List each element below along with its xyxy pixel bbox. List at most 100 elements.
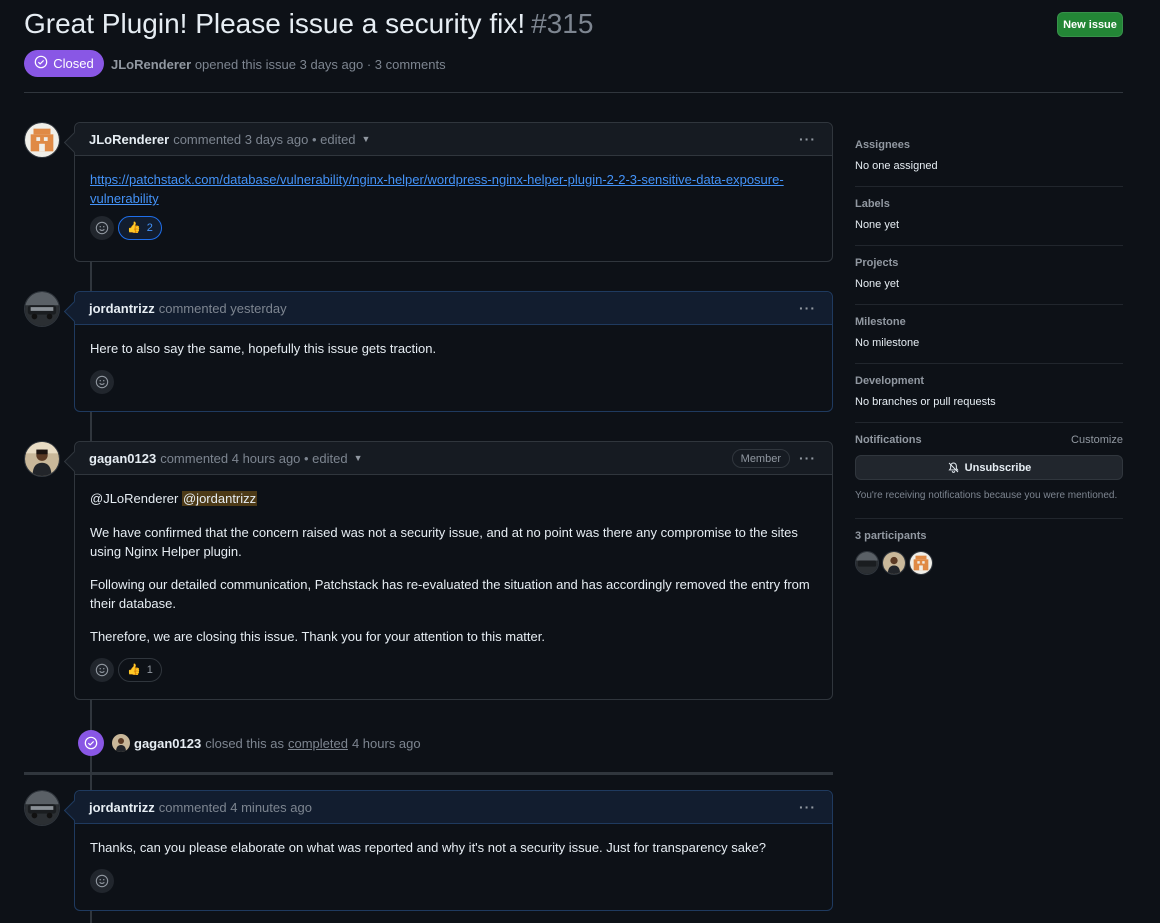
customize-link[interactable]: Customize <box>1071 434 1123 446</box>
comment-body: Thanks, can you please elaborate on what… <box>75 824 832 903</box>
sidebar-assignees[interactable]: Assignees No one assigned <box>855 128 1123 187</box>
reactions-bar <box>90 869 817 893</box>
event-actor[interactable]: gagan0123 <box>134 736 201 751</box>
participant-avatar-jlorenderer[interactable] <box>909 551 933 575</box>
issue-author-link[interactable]: JLoRenderer <box>111 57 191 72</box>
labels-value: None yet <box>855 219 900 231</box>
add-reaction-button[interactable] <box>90 370 114 394</box>
issue-state-badge: Closed <box>24 50 104 77</box>
comment-body: @JLoRenderer @jordantrizz We have confir… <box>75 475 832 692</box>
comment-body: Here to also say the same, hopefully thi… <box>75 325 832 404</box>
participant-avatars <box>855 551 1123 575</box>
comment-meta: commented yesterday <box>158 300 287 316</box>
notification-reason: You're receiving notifications because y… <box>855 490 1118 501</box>
reaction-count: 1 <box>146 663 153 676</box>
projects-heading[interactable]: Projects <box>855 257 1123 269</box>
link-line-2: vulnerability <box>90 191 159 206</box>
smiley-icon <box>95 874 109 888</box>
participant-avatar-gagan0123[interactable] <box>882 551 906 575</box>
thumbs-up-icon: 👍 <box>127 221 141 234</box>
smiley-icon <box>95 663 109 677</box>
milestone-heading[interactable]: Milestone <box>855 316 1123 328</box>
comment-meta: commented 4 minutes ago <box>158 799 312 815</box>
add-reaction-button[interactable] <box>90 869 114 893</box>
member-badge: Member <box>731 449 790 468</box>
closed-event: gagan0123 closed this as completed 4 hou… <box>78 730 421 756</box>
timeline-close-divider <box>24 772 833 775</box>
closed-check-icon <box>34 55 48 72</box>
reaction-count: 2 <box>146 221 153 234</box>
thumbs-up-reaction[interactable]: 👍 2 <box>118 216 162 240</box>
comment-1: JLoRenderer commented 3 days ago • edite… <box>74 122 833 262</box>
issue-sidebar: Assignees No one assigned Labels None ye… <box>855 128 1123 589</box>
kebab-menu-icon[interactable]: ··· <box>799 300 816 316</box>
sidebar-notifications: Notifications Customize Unsubscribe You'… <box>855 423 1123 519</box>
comment-text: Thanks, can you please elaborate on what… <box>90 840 766 855</box>
development-heading[interactable]: Development <box>855 375 1123 387</box>
event-time: 4 hours ago <box>351 735 421 751</box>
comment-paragraph-1: We have confirmed that the concern raise… <box>90 525 798 559</box>
unsubscribe-label: Unsubscribe <box>964 461 1032 474</box>
thumbs-up-reaction[interactable]: 👍 1 <box>118 658 162 682</box>
labels-heading[interactable]: Labels <box>855 198 1123 210</box>
comment-meta: commented 4 hours ago • edited <box>160 450 348 466</box>
comment-3: gagan0123 commented 4 hours ago • edited… <box>74 441 833 700</box>
sidebar-development[interactable]: Development No branches or pull requests <box>855 364 1123 423</box>
issue-number: #315 <box>531 8 594 39</box>
smiley-icon <box>95 375 109 389</box>
comment-text: Here to also say the same, hopefully thi… <box>90 341 437 356</box>
milestone-value: No milestone <box>855 337 920 349</box>
avatar-jordantrizz[interactable] <box>24 291 60 327</box>
mention-jordantrizz[interactable]: @jordantrizz <box>181 491 258 506</box>
comment-paragraph-3: Therefore, we are closing this issue. Th… <box>90 629 545 644</box>
participants-heading: 3 participants <box>855 530 927 542</box>
avatar-jlorenderer[interactable] <box>24 122 60 158</box>
add-reaction-button[interactable] <box>90 658 114 682</box>
reactions-bar: 👍 2 <box>90 216 817 240</box>
comment-author[interactable]: jordantrizz <box>89 800 155 815</box>
new-issue-button[interactable]: New issue <box>1057 12 1123 37</box>
event-text: closed this as <box>205 735 284 751</box>
reactions-bar <box>90 370 817 394</box>
development-value: No branches or pull requests <box>855 396 996 408</box>
comment-author[interactable]: gagan0123 <box>89 451 156 466</box>
sidebar-participants: 3 participants <box>855 519 1123 589</box>
avatar-jordantrizz[interactable] <box>24 790 60 826</box>
issue-title: Great Plugin! Please issue a security fi… <box>24 8 593 40</box>
avatar-gagan0123[interactable] <box>24 441 60 477</box>
vulnerability-link[interactable]: https://patchstack.com/database/vulnerab… <box>90 172 784 206</box>
sidebar-milestone[interactable]: Milestone No milestone <box>855 305 1123 364</box>
event-actor-avatar[interactable] <box>112 734 130 752</box>
kebab-menu-icon[interactable]: ··· <box>799 131 816 147</box>
kebab-menu-icon[interactable]: ··· <box>799 450 816 466</box>
reactions-bar: 👍 1 <box>90 658 817 682</box>
comment-author[interactable]: JLoRenderer <box>89 132 169 147</box>
comment-author[interactable]: jordantrizz <box>89 301 155 316</box>
mention-jlorenderer[interactable]: @JLoRenderer <box>90 491 178 506</box>
add-reaction-button[interactable] <box>90 216 114 240</box>
comment-header: gagan0123 commented 4 hours ago • edited… <box>75 442 832 475</box>
unsubscribe-button[interactable]: Unsubscribe <box>855 455 1123 480</box>
link-line-1: https://patchstack.com/database/vulnerab… <box>90 172 784 187</box>
completed-link[interactable]: completed <box>288 736 348 751</box>
issue-opened-text: opened this issue 3 days ago · 3 comment… <box>194 57 446 72</box>
comment-4: jordantrizz commented 4 minutes ago ··· … <box>74 790 833 911</box>
comment-meta: commented 3 days ago • edited <box>173 131 356 147</box>
assignees-heading[interactable]: Assignees <box>855 139 1123 151</box>
thumbs-up-icon: 👍 <box>127 663 141 676</box>
issue-meta: JLoRenderer opened this issue 3 days ago… <box>111 57 446 72</box>
closed-check-icon <box>78 730 104 756</box>
chevron-down-icon[interactable]: ▼ <box>362 134 371 144</box>
chevron-down-icon[interactable]: ▼ <box>354 453 363 463</box>
comment-header: JLoRenderer commented 3 days ago • edite… <box>75 123 832 156</box>
participant-avatar-jordantrizz[interactable] <box>855 551 879 575</box>
sidebar-projects[interactable]: Projects None yet <box>855 246 1123 305</box>
kebab-menu-icon[interactable]: ··· <box>799 799 816 815</box>
issue-state-label: Closed <box>53 56 94 71</box>
issue-page: Great Plugin! Please issue a security fi… <box>0 0 1160 923</box>
header-divider <box>24 92 1123 93</box>
comment-header: jordantrizz commented yesterday ··· <box>75 292 832 325</box>
sidebar-labels[interactable]: Labels None yet <box>855 187 1123 246</box>
smiley-icon <box>95 221 109 235</box>
comment-paragraph-2: Following our detailed communication, Pa… <box>90 577 810 611</box>
